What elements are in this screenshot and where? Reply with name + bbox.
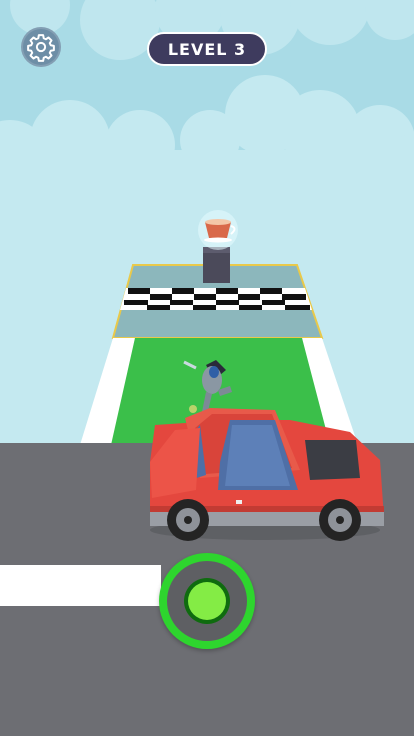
joystick[interactable] bbox=[159, 553, 255, 649]
crosswalk-stripe bbox=[0, 565, 161, 606]
level-indicator: LEVEL 3 bbox=[147, 32, 267, 66]
finish-line bbox=[120, 288, 312, 310]
level-label: LEVEL 3 bbox=[167, 39, 247, 59]
wheel-rear bbox=[319, 499, 361, 541]
settings-button[interactable] bbox=[21, 27, 61, 67]
wheel-front bbox=[167, 499, 209, 541]
trophy-pedestal bbox=[203, 247, 230, 283]
joystick-knob-core bbox=[188, 582, 226, 620]
gear-icon bbox=[27, 34, 55, 62]
joystick-knob[interactable] bbox=[184, 578, 230, 624]
teacup-icon bbox=[198, 210, 238, 250]
